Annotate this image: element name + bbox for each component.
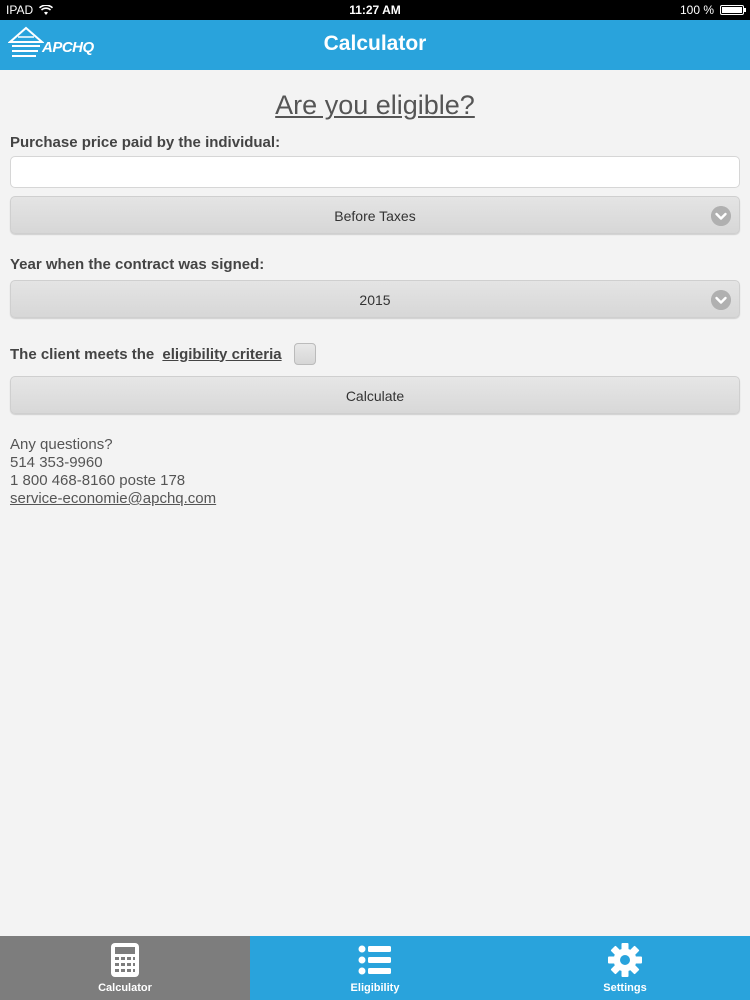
eligibility-heading: Are you eligible?	[275, 90, 475, 120]
contact-phone-1: 514 353-9960	[10, 454, 103, 471]
purchase-price-input[interactable]	[10, 156, 740, 188]
criteria-prefix: The client meets the	[10, 345, 155, 363]
app-header: APCHQ Calculator	[0, 20, 750, 70]
list-icon	[358, 945, 391, 975]
status-time: 11:27 AM	[349, 3, 401, 17]
gear-icon	[608, 943, 642, 977]
page-title: Calculator	[323, 32, 427, 55]
status-bar: IPAD 11:27 AM 100 %	[0, 0, 750, 20]
tab-eligibility[interactable]: Eligibility	[250, 936, 500, 1000]
eligibility-criteria-link[interactable]: eligibility criteria	[162, 346, 281, 363]
contact-info: Any questions? 514 353-9960 1 800 468-81…	[10, 436, 740, 508]
chevron-down-icon	[711, 206, 731, 226]
calculate-button[interactable]: Calculate	[10, 376, 740, 414]
tab-calculator-label: Calculator	[98, 982, 152, 994]
year-select[interactable]: 2015	[10, 280, 740, 318]
battery-icon	[720, 5, 746, 15]
tab-eligibility-label: Eligibility	[350, 982, 400, 994]
criteria-label: The client meets the eligibility criteri…	[10, 346, 282, 363]
main-content: Are you eligible? Purchase price paid by…	[10, 70, 740, 508]
tab-bar: Calculator Eligibility Settings	[0, 936, 750, 1000]
contact-email-link[interactable]: service-economie@apchq.com	[10, 490, 740, 508]
tab-settings-label: Settings	[603, 982, 647, 994]
calculator-icon	[111, 943, 139, 977]
year-select-value: 2015	[359, 292, 391, 308]
year-label: Year when the contract was signed:	[10, 256, 265, 273]
tab-calculator[interactable]: Calculator	[0, 936, 250, 1000]
tax-select[interactable]: Before Taxes	[10, 196, 740, 234]
chevron-down-icon	[711, 290, 731, 310]
tab-settings[interactable]: Settings	[500, 936, 750, 1000]
contact-question: Any questions?	[10, 436, 113, 453]
eligibility-checkbox[interactable]	[293, 343, 316, 365]
tax-select-value: Before Taxes	[334, 208, 416, 224]
purchase-price-label: Purchase price paid by the individual:	[10, 134, 281, 151]
eligibility-criteria-row: The client meets the eligibility criteri…	[10, 336, 740, 372]
contact-phone-2: 1 800 468-8160 poste 178	[10, 472, 186, 489]
battery-percent: 100 %	[679, 3, 714, 17]
